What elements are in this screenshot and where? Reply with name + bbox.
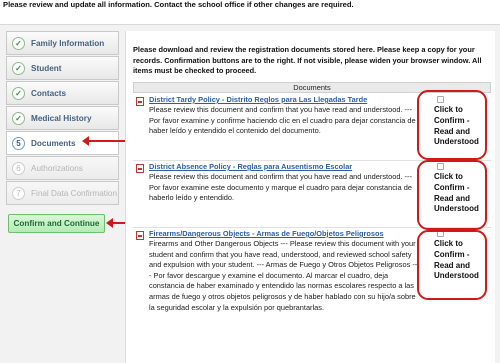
page-instructions: Please review and update all information… (3, 0, 354, 9)
pdf-icon (136, 97, 144, 106)
step-student[interactable]: ✓ Student (6, 56, 119, 80)
confirm-and-continue-button[interactable]: Confirm and Continue (8, 214, 105, 233)
step-contacts[interactable]: ✓ Contacts (6, 81, 119, 105)
check-icon: ✓ (12, 61, 25, 75)
step-label: Authorizations (31, 163, 83, 173)
step-documents[interactable]: 5 Documents (6, 131, 119, 155)
document-description: Please review this document and confirm … (149, 172, 412, 203)
annotation-highlight-ring (417, 90, 487, 160)
document-link[interactable]: Firearms/Dangerous Objects - Armas de Fu… (149, 229, 384, 238)
annotation-arrow-documents (82, 136, 130, 146)
pdf-icon (136, 164, 144, 173)
documents-instructions: Please download and review the registrat… (133, 45, 482, 75)
step-label: Final Data Confirmation (31, 188, 118, 198)
document-description: Firearms and Other Dangerous Objects ---… (149, 239, 418, 312)
pdf-icon (136, 231, 144, 240)
document-description: Please review this document and confirm … (149, 105, 416, 136)
annotation-highlight-ring (417, 230, 487, 300)
step-label: Documents (31, 138, 76, 148)
step-label: Student (31, 63, 62, 73)
step-label: Medical History (31, 113, 92, 123)
step-final-data-confirmation: 7 Final Data Confirmation (6, 181, 119, 205)
step-number-badge: 6 (12, 161, 25, 175)
step-sidebar: ✓ Family Information ✓ Student ✓ Contact… (6, 31, 119, 206)
step-authorizations: 6 Authorizations (6, 156, 119, 180)
annotation-highlight-ring (417, 160, 487, 230)
document-link[interactable]: District Tardy Policy - Distrito Reglos … (149, 95, 367, 104)
check-icon: ✓ (12, 86, 25, 100)
check-icon: ✓ (12, 111, 25, 125)
step-medical-history[interactable]: ✓ Medical History (6, 106, 119, 130)
document-link[interactable]: District Absence Policy - Reglas para Au… (149, 162, 352, 171)
check-icon: ✓ (12, 36, 25, 50)
step-number-badge: 7 (12, 186, 25, 200)
step-label: Contacts (31, 88, 67, 98)
step-family-information[interactable]: ✓ Family Information (6, 31, 119, 55)
step-label: Family Information (31, 38, 105, 48)
step-number-badge: 5 (12, 136, 25, 150)
